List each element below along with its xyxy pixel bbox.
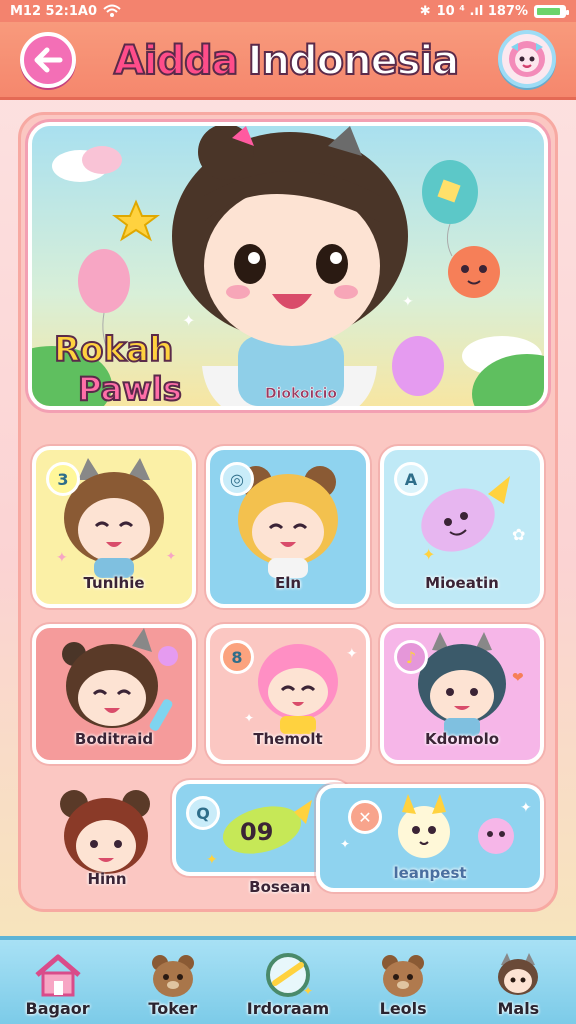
battery-level — [537, 7, 560, 15]
profile-avatar-icon — [509, 41, 545, 77]
svg-text:✦: ✦ — [244, 711, 254, 725]
wifi-icon — [103, 4, 121, 17]
svg-text:✦: ✦ — [520, 800, 532, 816]
card-badge: ◎ — [220, 462, 254, 496]
character-card[interactable]: Hinn — [32, 780, 182, 904]
card-label: leanpest — [393, 864, 467, 882]
svg-text:✿: ✿ — [512, 525, 525, 544]
character-card[interactable]: A ✦ ✿ Mioeatin — [380, 446, 544, 608]
banner-logo-line-2: Pawls — [77, 369, 183, 409]
card-badge: Q — [186, 796, 220, 830]
brunette-girl-avatar-icon — [62, 628, 178, 731]
status-time: M12 52:1A0 — [10, 3, 97, 19]
home-icon — [34, 954, 81, 997]
character-card[interactable]: Boditraid — [32, 624, 196, 764]
bluetooth-icon: ✱ — [419, 3, 431, 19]
svg-text:09: 09 — [240, 818, 273, 846]
card-label: Eln — [274, 574, 302, 592]
card-label: Mioeatin — [425, 574, 499, 592]
character-card[interactable]: ◎ Eln — [206, 446, 370, 608]
svg-text:✦: ✦ — [166, 549, 176, 563]
nav-item-toker[interactable]: Toker — [123, 940, 223, 1018]
svg-text:✦: ✦ — [340, 837, 350, 851]
app-header: Aidda Indonesia — [0, 22, 576, 100]
title-part-1: Aidda — [113, 37, 240, 85]
character-card[interactable]: ♪ ❤ Kdomolo — [380, 624, 544, 764]
nav-label: Mals — [497, 999, 540, 1018]
nav-item-explore[interactable]: ✦ Irdoraam — [238, 940, 338, 1018]
card-badge: A — [394, 462, 428, 496]
nav-label: Irdoraam — [246, 999, 330, 1018]
card-label: Themolt — [253, 730, 323, 748]
card-label: Kdomolo — [424, 730, 500, 748]
svg-text:✦: ✦ — [303, 984, 313, 998]
profile-button[interactable] — [498, 30, 556, 88]
back-button[interactable] — [20, 32, 76, 88]
card-badge: 3 — [46, 462, 80, 496]
svg-text:✦: ✦ — [56, 550, 68, 566]
svg-text:✦: ✦ — [346, 646, 358, 662]
svg-text:✦: ✦ — [402, 294, 414, 310]
page-title: Aidda Indonesia — [96, 36, 476, 86]
character-card[interactable]: ✕ ✦ ✦ leanpest — [316, 784, 544, 892]
banner-character-name: Diokoicio — [264, 386, 338, 403]
title-part-2: Indonesia — [247, 37, 461, 85]
status-bar: M12 52:1A0 ✱ 10 ⁴ .ıl 187% — [0, 0, 576, 22]
bottom-navigation: Bagaor Toker ✦ Irdoraam Leols Mals — [0, 936, 576, 1024]
card-label: Hinn — [87, 870, 127, 888]
cat-girl-icon — [498, 953, 539, 995]
bear-ear-girl-avatar-icon — [60, 790, 150, 874]
svg-text:✦: ✦ — [182, 311, 195, 330]
nav-item-leols[interactable]: Leols — [353, 940, 453, 1018]
bear-icon — [151, 955, 194, 997]
nav-label: Bagaor — [25, 999, 90, 1018]
card-badge: ♪ — [394, 640, 428, 674]
card-label: Tunlhie — [83, 574, 145, 592]
nav-item-home[interactable]: Bagaor — [8, 940, 108, 1018]
character-card[interactable]: 3 ✦ ✦ Tunlhie — [32, 446, 196, 608]
card-badge: ✕ — [348, 800, 382, 834]
compass-icon: ✦ — [265, 953, 313, 998]
bear-friend-icon — [382, 955, 425, 997]
status-right-text: 10 ⁴ .ıl 187% — [436, 3, 528, 19]
svg-text:❤: ❤ — [512, 670, 524, 686]
back-arrow-icon — [34, 47, 63, 73]
battery-icon — [534, 4, 569, 18]
svg-text:✦: ✦ — [206, 852, 218, 868]
card-badge: 8 — [220, 640, 254, 674]
card-label: Boditraid — [74, 730, 154, 748]
nav-label: Leols — [379, 999, 427, 1018]
character-card[interactable]: 8 ✦ ✦ Themolt — [206, 624, 370, 764]
banner-logo-line-1: Rokah — [53, 329, 174, 371]
nav-item-mals[interactable]: Mals — [468, 940, 568, 1018]
svg-text:✦: ✦ — [422, 545, 435, 564]
nav-label: Toker — [148, 999, 198, 1018]
